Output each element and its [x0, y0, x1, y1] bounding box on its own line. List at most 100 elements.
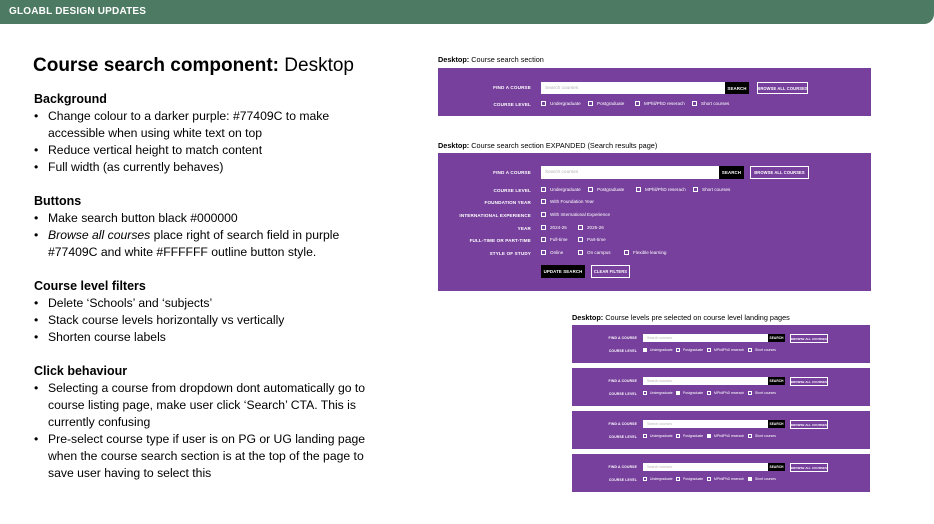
checkbox-box[interactable] [541, 250, 546, 255]
browse-all-courses-button[interactable]: BROWSE ALL COURSES [790, 463, 828, 472]
search-input[interactable]: Search courses [643, 463, 768, 471]
checkbox-label: MPhil/PhD reserach [714, 477, 745, 481]
checkbox-box[interactable] [693, 187, 698, 192]
course-level-checkbox[interactable]: MPhil/PhD reserach [636, 187, 686, 192]
checkbox-box[interactable] [624, 250, 629, 255]
search-input[interactable]: Search courses [643, 334, 768, 342]
course-level-checkbox[interactable]: Undergraduate [643, 391, 673, 395]
checkbox-box[interactable] [643, 348, 647, 352]
course-level-checkbox[interactable]: Short courses [693, 187, 730, 192]
note-item: Delete ‘Schools’ and ‘subjects’ [34, 295, 374, 312]
checkbox-box[interactable] [541, 101, 546, 106]
course-level-checkbox[interactable]: Undergraduate [541, 187, 581, 192]
checkbox-box[interactable] [541, 187, 546, 192]
year-checkbox[interactable]: 2024-25 [541, 225, 567, 230]
checkbox-box[interactable] [707, 391, 711, 395]
course-level-label: COURSE LEVEL [608, 478, 637, 482]
search-input[interactable]: Search courses [541, 166, 719, 179]
search-input[interactable]: Search courses [643, 377, 768, 385]
search-button[interactable]: SEARCH [719, 166, 744, 179]
checkbox-box[interactable] [748, 477, 752, 481]
browse-all-courses-button[interactable]: BROWSE ALL COURSES [790, 420, 828, 429]
find-course-label: FIND A COURSE [608, 422, 637, 426]
browse-all-courses-button[interactable]: BROWSE ALL COURSES [750, 166, 809, 179]
checkbox-box[interactable] [578, 250, 583, 255]
international-experience-checkbox[interactable]: With International Experience [541, 212, 610, 217]
study-style-checkbox[interactable]: Flexible learning [624, 250, 666, 255]
course-level-checkbox[interactable]: Undergraduate [541, 101, 581, 106]
checkbox-box[interactable] [748, 391, 752, 395]
course-level-checkbox[interactable]: Postgraduate [588, 101, 624, 106]
course-level-checkbox[interactable]: Short courses [748, 391, 776, 395]
note-item: Stack course levels horizontally vs vert… [34, 312, 374, 329]
search-input[interactable]: Search courses [541, 82, 725, 94]
checkbox-label: MPhil/PhD reserach [714, 391, 745, 395]
checkbox-box[interactable] [748, 434, 752, 438]
course-level-checkbox[interactable]: MPhil/PhD reserach [707, 477, 744, 481]
checkbox-box[interactable] [748, 348, 752, 352]
course-level-checkbox[interactable]: Postgraduate [676, 477, 703, 481]
foundation-year-checkbox[interactable]: With Foundation Year [541, 199, 594, 204]
checkbox-label: Undergraduate [650, 434, 673, 438]
course-level-checkbox[interactable]: Postgraduate [676, 391, 703, 395]
checkbox-box[interactable] [588, 187, 593, 192]
checkbox-box[interactable] [541, 237, 546, 242]
search-button[interactable]: SEARCH [768, 334, 785, 342]
course-level-label: COURSE LEVEL [608, 392, 637, 396]
year-checkbox[interactable]: 2025-26 [578, 225, 604, 230]
course-level-checkbox[interactable]: Postgraduate [588, 187, 624, 192]
course-level-checkbox[interactable]: MPhil/PhD reserach [635, 101, 685, 106]
course-level-checkbox[interactable]: Postgraduate [676, 434, 703, 438]
course-level-checkbox[interactable]: Undergraduate [643, 477, 673, 481]
study-mode-checkbox[interactable]: Full-time [541, 237, 568, 242]
checkbox-box[interactable] [707, 348, 711, 352]
course-level-checkbox[interactable]: Undergraduate [643, 348, 673, 352]
checkbox-box[interactable] [676, 348, 680, 352]
checkbox-box[interactable] [676, 391, 680, 395]
checkbox-box[interactable] [578, 237, 583, 242]
preselected-search-panel: FIND A COURSE Search courses SEARCH BROWSE … [572, 411, 870, 449]
checkbox-label: Part-time [587, 237, 606, 242]
checkbox-box[interactable] [541, 225, 546, 230]
search-input[interactable]: Search courses [643, 420, 768, 428]
course-level-checkbox[interactable]: MPhil/PhD reserach [707, 434, 744, 438]
update-search-button[interactable]: UPDATE SEARCH [541, 265, 585, 278]
checkbox-box[interactable] [635, 101, 640, 106]
search-button[interactable]: SEARCH [768, 420, 785, 428]
checkbox-box[interactable] [643, 434, 647, 438]
browse-all-courses-button[interactable]: BROWSE ALL COURSES [790, 377, 828, 386]
course-level-checkbox[interactable]: Undergraduate [643, 434, 673, 438]
checkbox-box[interactable] [588, 101, 593, 106]
checkbox-box[interactable] [541, 212, 546, 217]
search-button[interactable]: SEARCH [768, 463, 785, 471]
checkbox-label: With International Experience [550, 212, 611, 217]
study-style-checkbox[interactable]: Online [541, 250, 563, 255]
checkbox-box[interactable] [676, 434, 680, 438]
clear-filters-button[interactable]: CLEAR FILTERS [591, 265, 630, 278]
checkbox-label: Postgraduate [683, 391, 704, 395]
checkbox-box[interactable] [643, 477, 647, 481]
study-style-checkbox[interactable]: On campus [578, 250, 611, 255]
course-level-checkbox[interactable]: Postgraduate [676, 348, 703, 352]
browse-all-courses-button[interactable]: BROWSE ALL COURSES [757, 82, 808, 94]
search-button[interactable]: SEARCH [725, 82, 749, 94]
find-course-label: FIND A COURSE [608, 336, 637, 340]
checkbox-box[interactable] [643, 391, 647, 395]
course-level-checkbox[interactable]: Short courses [748, 477, 776, 481]
course-level-checkbox[interactable]: Short courses [748, 348, 776, 352]
course-level-checkbox[interactable]: MPhil/PhD reserach [707, 391, 744, 395]
checkbox-box[interactable] [578, 225, 583, 230]
checkbox-box[interactable] [541, 199, 546, 204]
course-level-checkbox[interactable]: Short courses [748, 434, 776, 438]
course-level-checkbox[interactable]: Short courses [692, 101, 729, 106]
checkbox-box[interactable] [676, 477, 680, 481]
checkbox-box[interactable] [707, 434, 711, 438]
checkbox-box[interactable] [636, 187, 641, 192]
search-button[interactable]: SEARCH [768, 377, 785, 385]
checkbox-box[interactable] [707, 477, 711, 481]
study-mode-checkbox[interactable]: Part-time [578, 237, 606, 242]
checkbox-box[interactable] [692, 101, 697, 106]
browse-all-courses-button[interactable]: BROWSE ALL COURSES [790, 334, 828, 343]
filter-label: YEAR [517, 226, 531, 231]
course-level-checkbox[interactable]: MPhil/PhD reserach [707, 348, 744, 352]
